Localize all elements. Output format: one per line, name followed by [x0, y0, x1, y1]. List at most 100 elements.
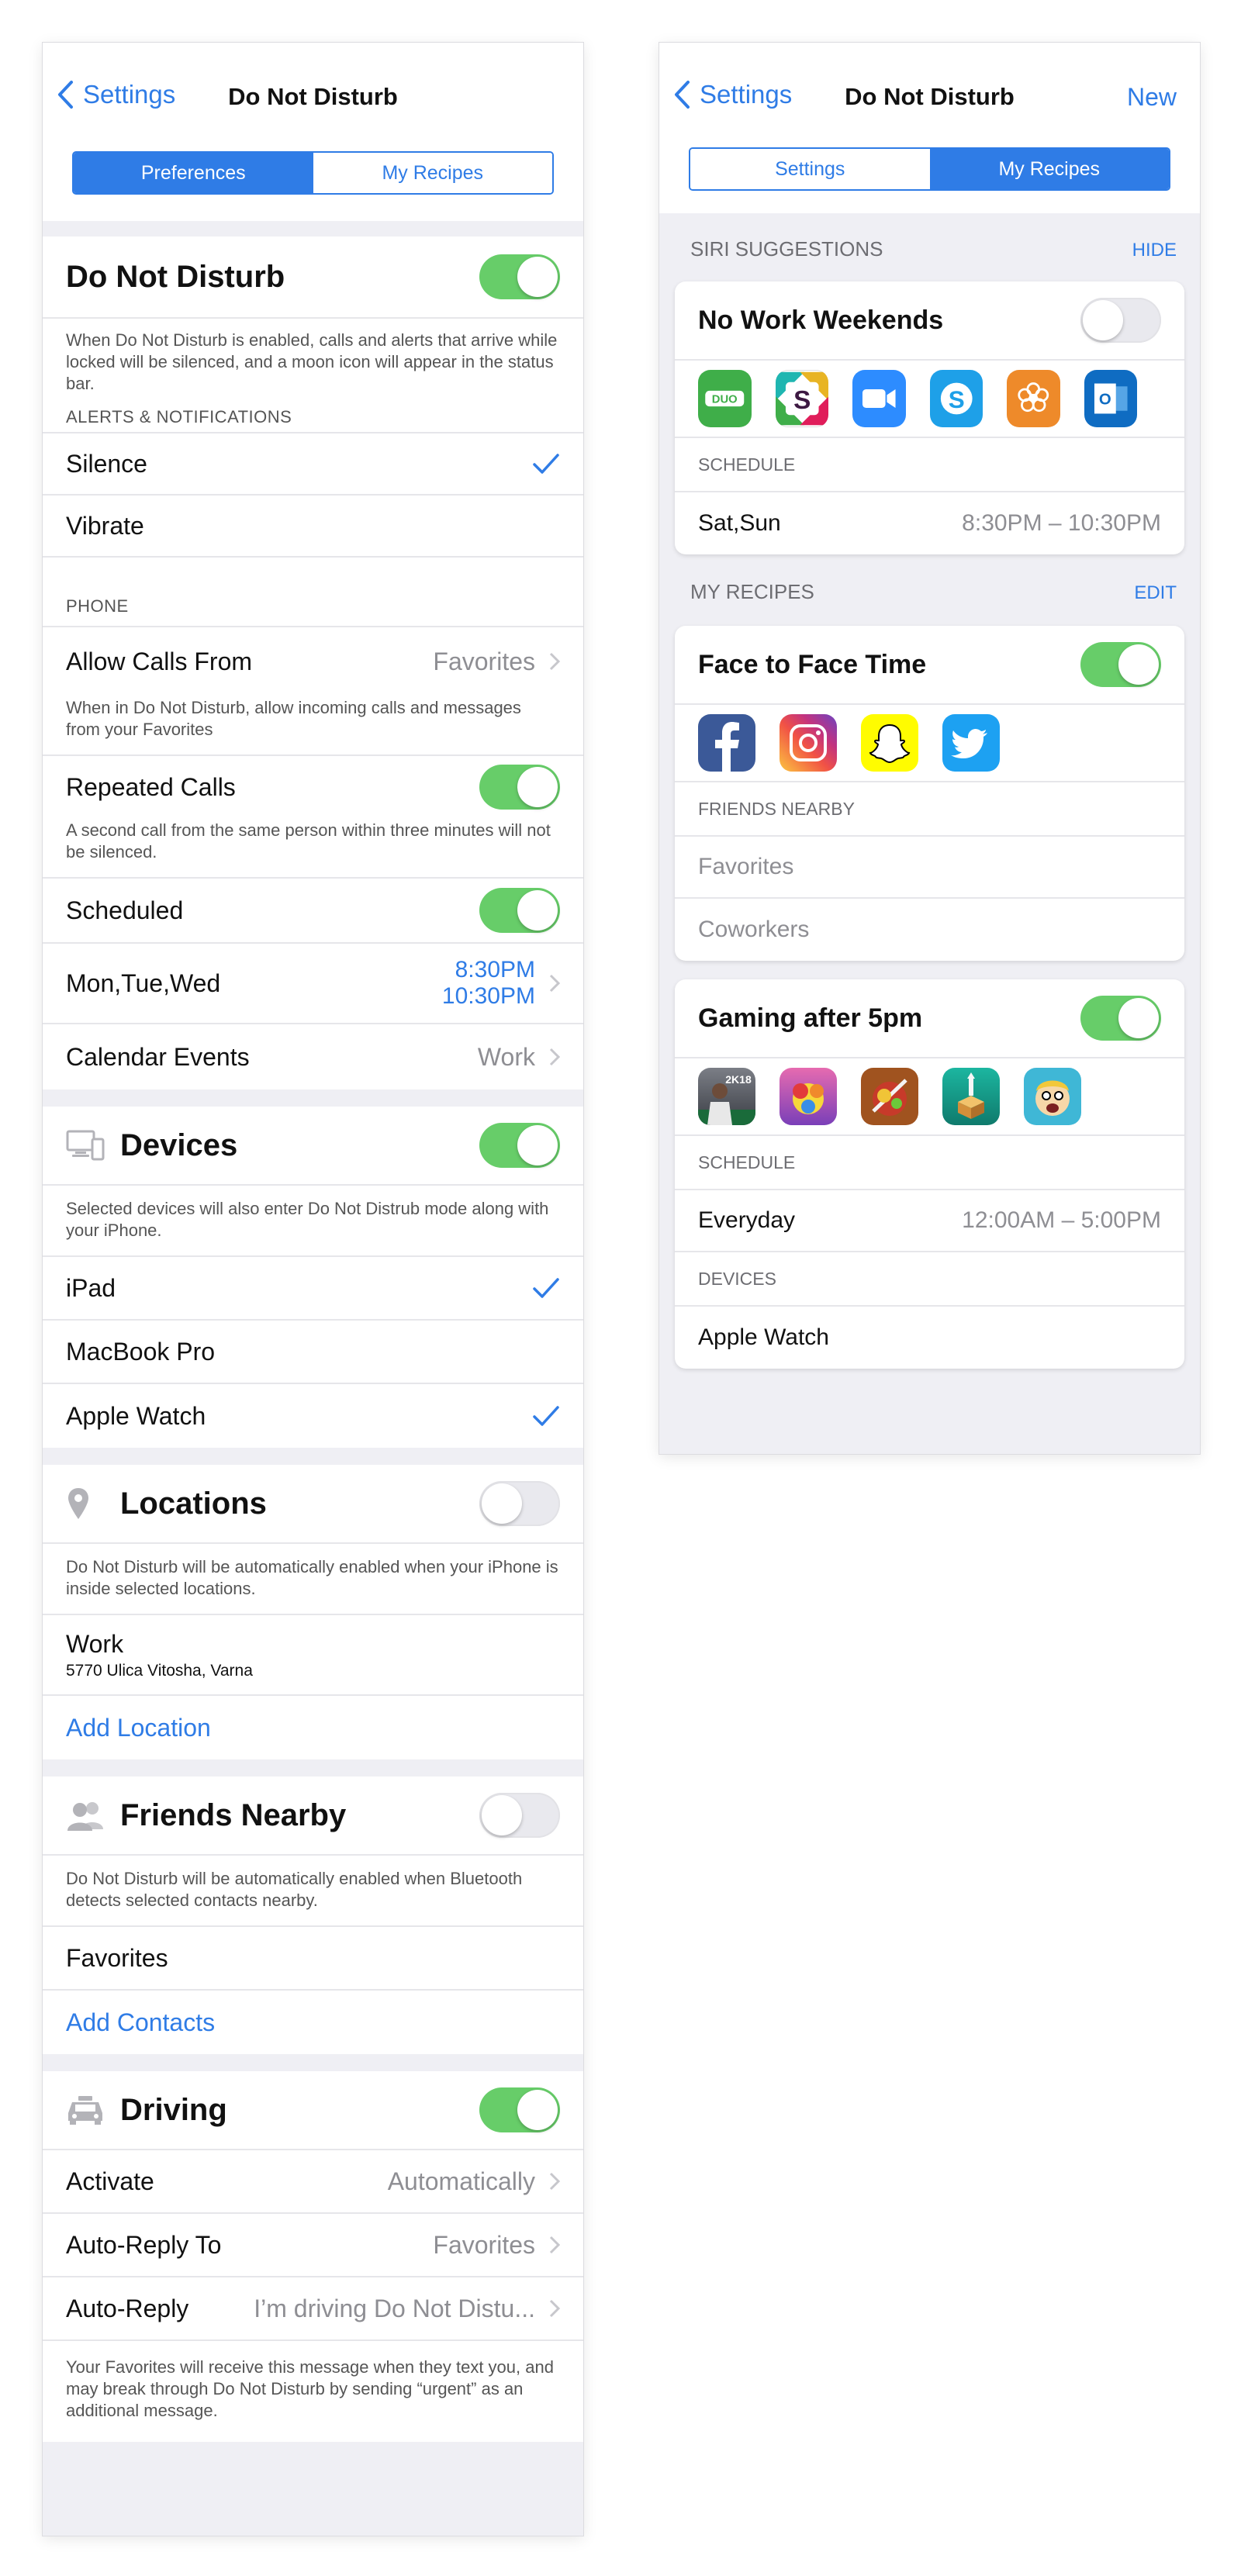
schedule-days: Sat,Sun — [698, 510, 781, 536]
dnd-header-row: Do Not Disturb — [43, 237, 583, 319]
repeated-calls-toggle[interactable] — [479, 765, 560, 810]
segmented-control: Preferences My Recipes — [43, 128, 583, 221]
allow-calls-value: Favorites — [433, 647, 535, 675]
location-work-row[interactable]: Work 5770 Ulica Vitosha, Varna — [43, 1615, 583, 1696]
contact-group-name: Favorites — [66, 1943, 168, 1972]
recipe-toggle[interactable] — [1080, 642, 1161, 687]
devices-section: Devices Selected devices will also enter… — [43, 1107, 583, 1448]
device-row-ipad[interactable]: iPad — [43, 1257, 583, 1321]
auto-reply-to-label: Auto-Reply To — [66, 2230, 222, 2259]
segment-my-recipes[interactable]: My Recipes — [313, 153, 552, 193]
allow-calls-label: Allow Calls From — [66, 647, 253, 675]
edit-button[interactable]: EDIT — [1134, 582, 1177, 604]
scheduled-section: Scheduled Mon,Tue,Wed 8:30PM 10:30PM Cal… — [43, 879, 583, 1089]
section-title: Friends Nearby — [120, 1797, 347, 1832]
allow-calls-row[interactable]: Allow Calls From Favorites — [43, 627, 583, 696]
repeated-calls-label: Repeated Calls — [66, 772, 236, 801]
auto-reply-value: I’m driving Do Not Distu... — [254, 2294, 535, 2322]
auto-reply-to-row[interactable]: Auto-Reply To Favorites — [43, 2214, 583, 2277]
vibrate-row[interactable]: Vibrate — [43, 496, 583, 558]
location-address: 5770 Ulica Vitosha, Varna — [66, 1661, 253, 1680]
device-name: iPad — [66, 1273, 116, 1302]
recipe-card-no-work-weekends: No Work Weekends DUO S S O SCHEDULE Sat,… — [675, 281, 1184, 554]
instagram-app-icon — [780, 714, 837, 772]
friends-group-name: Favorites — [698, 854, 794, 879]
auto-reply-to-value: Favorites — [433, 2230, 535, 2259]
segment-preferences[interactable]: Preferences — [74, 153, 313, 193]
add-location-link[interactable]: Add Location — [66, 1714, 211, 1742]
chevron-right-icon — [549, 2299, 560, 2318]
devices-icon — [66, 1130, 105, 1161]
schedule-row[interactable]: Everyday 12:00AM – 5:00PM — [675, 1190, 1184, 1252]
duo-app-icon: DUO — [698, 370, 752, 427]
fallout-shelter-app-icon — [1024, 1068, 1081, 1125]
schedule-days: Mon,Tue,Wed — [66, 969, 221, 997]
friends-group-row[interactable]: Favorites — [675, 837, 1184, 899]
section-title: Do Not Disturb — [66, 259, 285, 294]
recipe-toggle[interactable] — [1080, 298, 1161, 343]
recipe-header: Face to Face Time — [675, 626, 1184, 705]
add-contacts-link[interactable]: Add Contacts — [66, 2008, 215, 2037]
calendar-events-label: Calendar Events — [66, 1042, 250, 1071]
segment-settings[interactable]: Settings — [690, 149, 930, 189]
friends-favorites-row[interactable]: Favorites — [43, 1927, 583, 1991]
nba2k18-app-icon: 2K18 — [698, 1068, 755, 1125]
recipe-title: Gaming after 5pm — [698, 1003, 923, 1033]
location-name: Work — [66, 1629, 124, 1658]
device-row[interactable]: Apple Watch — [675, 1307, 1184, 1369]
chevron-right-icon — [549, 2236, 560, 2254]
chevron-right-icon — [549, 652, 560, 671]
recipe-header: Gaming after 5pm — [675, 979, 1184, 1058]
calendar-events-row[interactable]: Calendar Events Work — [43, 1024, 583, 1089]
device-row-apple-watch[interactable]: Apple Watch — [43, 1384, 583, 1448]
add-location-row[interactable]: Add Location — [43, 1696, 583, 1759]
outlook-app-icon: O — [1084, 370, 1137, 427]
skype-app-icon: S — [929, 370, 983, 427]
scheduled-toggle[interactable] — [479, 888, 560, 933]
activate-row[interactable]: Activate Automatically — [43, 2150, 583, 2214]
checkmark-icon — [533, 1406, 559, 1426]
schedule-label: SCHEDULE — [675, 438, 1184, 492]
auto-reply-row[interactable]: Auto-Reply I’m driving Do Not Distu... — [43, 2277, 583, 2341]
section-title: Driving — [120, 2092, 227, 2127]
schedule-time: 12:00AM – 5:00PM — [962, 1207, 1161, 1233]
friends-nearby-section: Friends Nearby Do Not Disturb will be au… — [43, 1777, 583, 2054]
add-contacts-row[interactable]: Add Contacts — [43, 1991, 583, 2054]
scheduled-label: Scheduled — [66, 896, 184, 924]
device-name: Apple Watch — [698, 1324, 829, 1350]
friends-nearby-toggle[interactable] — [479, 1793, 560, 1838]
recipe-toggle[interactable] — [1080, 996, 1161, 1041]
friends-group-name: Coworkers — [698, 917, 810, 942]
friends-group-row[interactable]: Coworkers — [675, 899, 1184, 961]
siri-suggestions-header: SIRI SUGGESTIONS HIDE — [659, 213, 1200, 272]
schedule-time-row[interactable]: Mon,Tue,Wed 8:30PM 10:30PM — [43, 944, 583, 1024]
segment-my-recipes[interactable]: My Recipes — [929, 149, 1169, 189]
schedule-row[interactable]: Sat,Sun 8:30PM – 10:30PM — [675, 492, 1184, 554]
navigation-bar: Settings Do Not Disturb — [43, 43, 583, 128]
svg-text:O: O — [1098, 391, 1111, 408]
svg-text:S: S — [793, 386, 811, 415]
dnd-toggle[interactable] — [479, 254, 560, 299]
auto-reply-label: Auto-Reply — [66, 2294, 189, 2322]
navigation-bar: Settings Do Not Disturb New — [659, 43, 1200, 128]
locations-toggle[interactable] — [479, 1481, 560, 1526]
allow-calls-description: When in Do Not Disturb, allow incoming c… — [43, 696, 583, 756]
friends-nearby-label: FRIENDS NEARBY — [675, 782, 1184, 837]
driving-toggle[interactable] — [479, 2087, 560, 2132]
hide-button[interactable]: HIDE — [1132, 240, 1177, 261]
device-row-macbook[interactable]: MacBook Pro — [43, 1321, 583, 1384]
people-icon — [67, 1802, 103, 1831]
device-name: MacBook Pro — [66, 1337, 216, 1366]
dnd-description: When Do Not Disturb is enabled, calls an… — [66, 330, 558, 393]
driving-header-row: Driving — [43, 2071, 583, 2150]
new-button[interactable]: New — [1127, 83, 1177, 112]
recipe-app-list: 2K18 — [675, 1058, 1184, 1136]
silence-row[interactable]: Silence — [43, 433, 583, 496]
recipe-app-list — [675, 705, 1184, 782]
segmented-control: Settings My Recipes — [659, 128, 1200, 213]
recipe-title: Face to Face Time — [698, 649, 927, 679]
repeated-calls-description: A second call from the same person withi… — [66, 820, 551, 862]
devices-toggle[interactable] — [479, 1123, 560, 1168]
chevron-right-icon — [549, 2172, 560, 2191]
facebook-app-icon — [698, 714, 755, 772]
